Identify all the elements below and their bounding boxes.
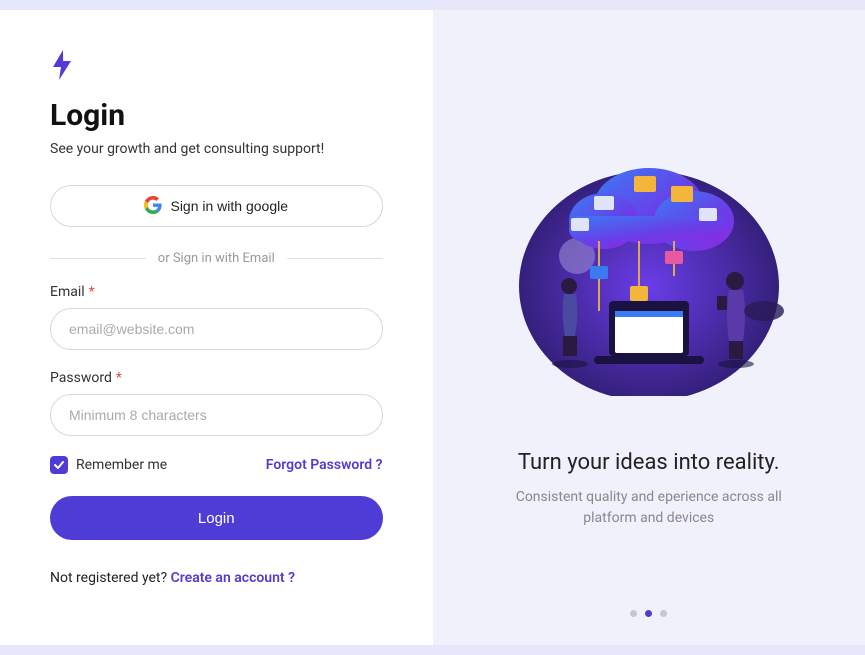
forgot-password-link[interactable]: Forgot Password ? <box>266 457 383 473</box>
cloud-illustration-icon <box>499 136 799 450</box>
create-account-link[interactable]: Create an account ? <box>171 570 295 586</box>
password-label: Password * <box>50 370 383 386</box>
google-signin-button[interactable]: Sign in with google <box>50 185 383 227</box>
page-subtitle: See your growth and get consulting suppo… <box>50 141 383 157</box>
google-icon <box>144 196 162 217</box>
login-button[interactable]: Login <box>50 496 383 540</box>
signup-prompt: Not registered yet? Create an account ? <box>50 570 383 586</box>
hero-subtitle: Consistent quality and eperience across … <box>499 487 799 529</box>
divider: or Sign in with Email <box>50 251 383 266</box>
carousel-dots <box>630 610 667 617</box>
checkbox-checked-icon <box>50 456 68 474</box>
email-label: Email * <box>50 284 383 300</box>
password-field[interactable] <box>50 394 383 436</box>
bolt-logo-icon <box>50 50 383 98</box>
hero-title: Turn your ideas into reality. <box>518 450 780 475</box>
email-field[interactable] <box>50 308 383 350</box>
carousel-dot-3[interactable] <box>660 610 667 617</box>
divider-text: or Sign in with Email <box>146 251 287 266</box>
page-title: Login <box>50 98 383 133</box>
login-panel: Login See your growth and get consulting… <box>0 10 433 645</box>
remember-me-label: Remember me <box>76 457 167 473</box>
hero-panel: Turn your ideas into reality. Consistent… <box>433 10 865 645</box>
google-signin-label: Sign in with google <box>170 198 288 214</box>
carousel-dot-2[interactable] <box>645 610 652 617</box>
remember-me-checkbox[interactable]: Remember me <box>50 456 167 474</box>
carousel-dot-1[interactable] <box>630 610 637 617</box>
